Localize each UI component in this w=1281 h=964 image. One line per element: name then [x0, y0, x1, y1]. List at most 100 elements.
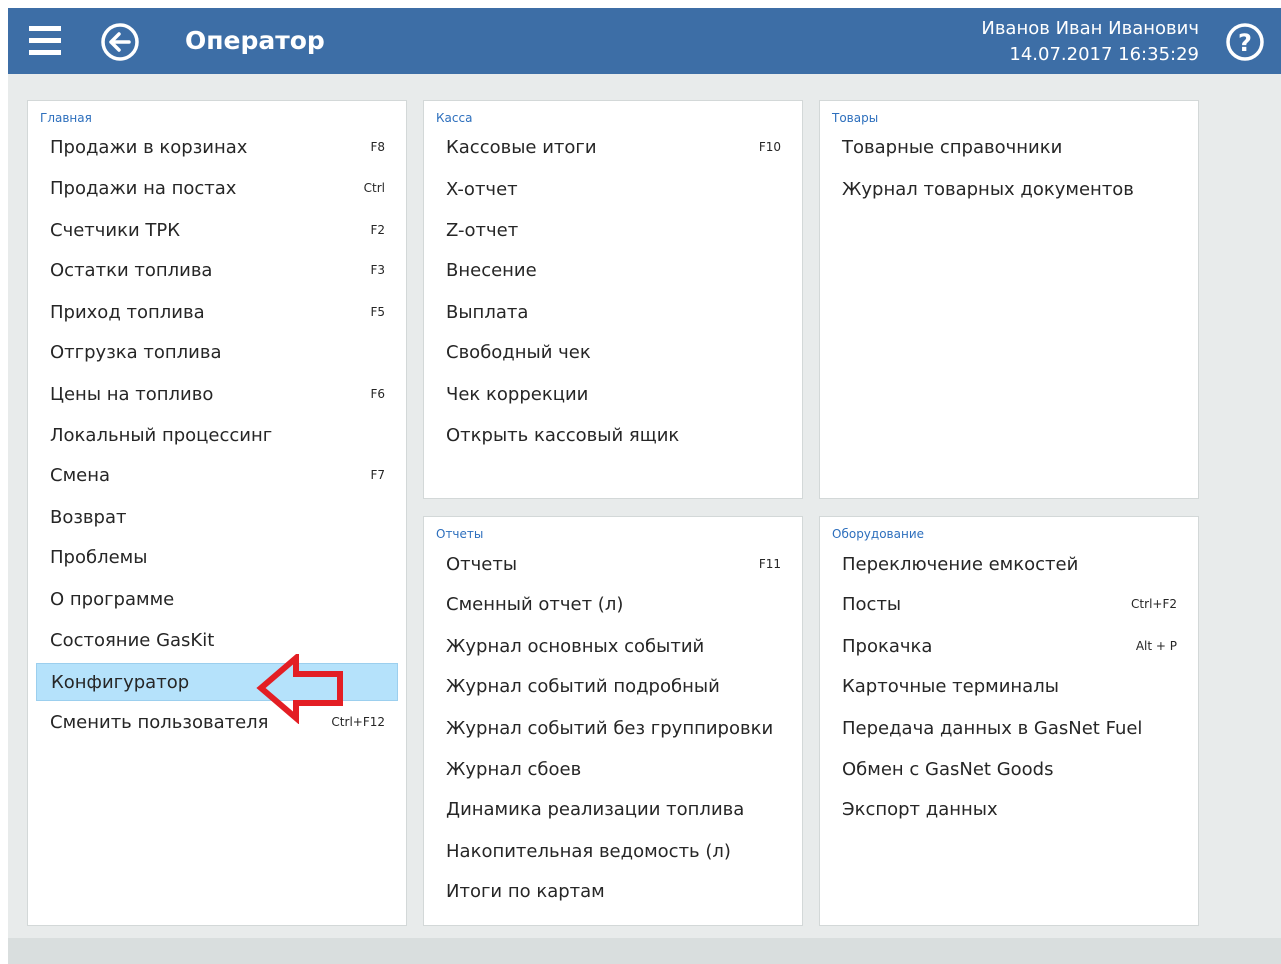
- shortcut-key: F7: [370, 468, 385, 482]
- menu-item-cash-4[interactable]: Выплата: [432, 294, 794, 332]
- menu-item-label: Прокачка: [842, 636, 933, 657]
- menu-item-label: Конфигуратор: [51, 672, 190, 693]
- menu-item-main-0[interactable]: Продажи в корзинах F8: [36, 129, 398, 167]
- menu-item-label: О программе: [50, 589, 175, 610]
- user-name: Иванов Иван Иванович: [981, 18, 1199, 39]
- menu-item-equipment-1[interactable]: Посты Ctrl+F2: [828, 586, 1190, 624]
- menu-item-label: Переключение емкостей: [842, 554, 1079, 575]
- menu-item-main-7[interactable]: Локальный процессинг: [36, 417, 398, 455]
- menu-item-cash-2[interactable]: Z-отчет: [432, 212, 794, 250]
- shortcut-key: Alt + P: [1135, 639, 1177, 653]
- shortcut-key: Ctrl: [363, 181, 385, 195]
- annotation-arrow-icon: [256, 654, 343, 724]
- menu-item-label: Отчеты: [446, 554, 518, 575]
- shortcut-key: F5: [370, 305, 385, 319]
- menu-item-reports-0[interactable]: Отчеты F11: [432, 546, 794, 584]
- menu-item-label: Проблемы: [50, 547, 148, 568]
- panel-main: Главная Продажи в корзинах F8 Продажи на п…: [27, 100, 407, 926]
- menu-item-reports-2[interactable]: Журнал основных событий: [432, 628, 794, 666]
- menu-item-label: Открыть кассовый ящик: [446, 425, 680, 446]
- menu-item-reports-7[interactable]: Накопительная ведомость (л): [432, 833, 794, 871]
- panel-title-main: Главная: [40, 111, 92, 125]
- menu-item-label: Z-отчет: [446, 220, 519, 241]
- panel-title-goods: Товары: [832, 111, 879, 125]
- menu-item-main-2[interactable]: Счетчики ТРК F2: [36, 212, 398, 250]
- menu-item-label: Сменный отчет (л): [446, 594, 624, 615]
- current-datetime: 14.07.2017 16:35:29: [1009, 44, 1199, 65]
- shortcut-key: F11: [758, 557, 781, 571]
- page-title: Оператор: [185, 26, 325, 55]
- svg-text:?: ?: [1238, 29, 1252, 57]
- menu-item-equipment-5[interactable]: Обмен с GasNet Goods: [828, 751, 1190, 789]
- menu-item-label: Передача данных в GasNet Fuel: [842, 718, 1143, 739]
- menu-item-label: Отгрузка топлива: [50, 342, 222, 363]
- menu-item-goods-1[interactable]: Журнал товарных документов: [828, 171, 1190, 209]
- menu-item-cash-1[interactable]: X-отчет: [432, 171, 794, 209]
- menu-item-label: Возврат: [50, 507, 127, 528]
- menu-item-equipment-0[interactable]: Переключение емкостей: [828, 546, 1190, 584]
- menu-item-main-9[interactable]: Возврат: [36, 499, 398, 537]
- menu-item-label: Итоги по картам: [446, 881, 605, 902]
- menu-item-label: Выплата: [446, 302, 529, 323]
- top-bar: Оператор Иванов Иван Иванович 14.07.2017…: [8, 8, 1281, 74]
- panel-title-reports: Отчеты: [436, 527, 484, 541]
- shortcut-key: F3: [370, 263, 385, 277]
- menu-item-cash-3[interactable]: Внесение: [432, 252, 794, 290]
- menu-item-reports-8[interactable]: Итоги по картам: [432, 873, 794, 911]
- menu-item-label: X-отчет: [446, 179, 518, 200]
- menu-item-main-4[interactable]: Приход топлива F5: [36, 294, 398, 332]
- menu-item-label: Журнал основных событий: [446, 636, 705, 657]
- shortcut-key: Ctrl+F2: [1131, 597, 1177, 611]
- shortcut-key: F10: [758, 140, 781, 154]
- menu-item-goods-0[interactable]: Товарные справочники: [828, 129, 1190, 167]
- menu-item-label: Экспорт данных: [842, 799, 998, 820]
- menu-item-main-8[interactable]: Смена F7: [36, 457, 398, 495]
- menu-item-label: Смена: [50, 465, 111, 486]
- menu-item-equipment-2[interactable]: Прокачка Alt + P: [828, 628, 1190, 666]
- menu-item-cash-6[interactable]: Чек коррекции: [432, 376, 794, 414]
- app-window: Оператор Иванов Иван Иванович 14.07.2017…: [8, 8, 1281, 964]
- menu-item-label: Сменить пользователя: [50, 712, 269, 733]
- panel-reports: Отчеты Отчеты F11 Сменный отчет (л) Журнал …: [423, 516, 803, 926]
- menu-item-label: Кассовые итоги: [446, 137, 597, 158]
- menu-item-equipment-3[interactable]: Карточные терминалы: [828, 668, 1190, 706]
- hamburger-menu-icon[interactable]: [24, 22, 66, 60]
- menu-item-main-5[interactable]: Отгрузка топлива: [36, 334, 398, 372]
- menu-item-label: Остатки топлива: [50, 260, 213, 281]
- menu-item-main-3[interactable]: Остатки топлива F3: [36, 252, 398, 290]
- menu-item-equipment-4[interactable]: Передача данных в GasNet Fuel: [828, 710, 1190, 748]
- menu-item-label: Журнал товарных документов: [842, 179, 1134, 200]
- menu-item-main-1[interactable]: Продажи на постах Ctrl: [36, 170, 398, 208]
- menu-item-label: Посты: [842, 594, 902, 615]
- panel-title-equipment: Оборудование: [832, 527, 924, 541]
- menu-item-label: Счетчики ТРК: [50, 220, 181, 241]
- menu-item-main-6[interactable]: Цены на топливо F6: [36, 376, 398, 414]
- menu-item-label: Карточные терминалы: [842, 676, 1059, 697]
- menu-item-reports-4[interactable]: Журнал событий без группировки: [432, 710, 794, 748]
- menu-item-reports-5[interactable]: Журнал сбоев: [432, 751, 794, 789]
- menu-item-label: Журнал сбоев: [446, 759, 582, 780]
- menu-item-label: Журнал событий подробный: [446, 676, 720, 697]
- panel-title-cash: Касса: [436, 111, 473, 125]
- menu-item-reports-1[interactable]: Сменный отчет (л): [432, 586, 794, 624]
- menu-item-cash-5[interactable]: Свободный чек: [432, 334, 794, 372]
- menu-item-label: Свободный чек: [446, 342, 591, 363]
- menu-item-label: Чек коррекции: [446, 384, 589, 405]
- menu-item-label: Локальный процессинг: [50, 425, 273, 446]
- menu-item-reports-6[interactable]: Динамика реализации топлива: [432, 791, 794, 829]
- menu-item-cash-7[interactable]: Открыть кассовый ящик: [432, 417, 794, 455]
- menu-item-label: Продажи в корзинах: [50, 137, 248, 158]
- shortcut-key: F2: [370, 223, 385, 237]
- menu-item-label: Накопительная ведомость (л): [446, 841, 731, 862]
- menu-item-label: Состояние GasKit: [50, 630, 215, 651]
- menu-item-cash-0[interactable]: Кассовые итоги F10: [432, 129, 794, 167]
- help-icon[interactable]: ?: [1225, 22, 1265, 62]
- shortcut-key: F6: [370, 387, 385, 401]
- menu-item-main-11[interactable]: О программе: [36, 581, 398, 619]
- panel-goods: Товары Товарные справочники Журнал товарн…: [819, 100, 1199, 499]
- menu-item-main-10[interactable]: Проблемы: [36, 539, 398, 577]
- back-arrow-icon[interactable]: [100, 22, 140, 62]
- menu-item-equipment-6[interactable]: Экспорт данных: [828, 791, 1190, 829]
- menu-item-label: Журнал событий без группировки: [446, 718, 774, 739]
- menu-item-reports-3[interactable]: Журнал событий подробный: [432, 668, 794, 706]
